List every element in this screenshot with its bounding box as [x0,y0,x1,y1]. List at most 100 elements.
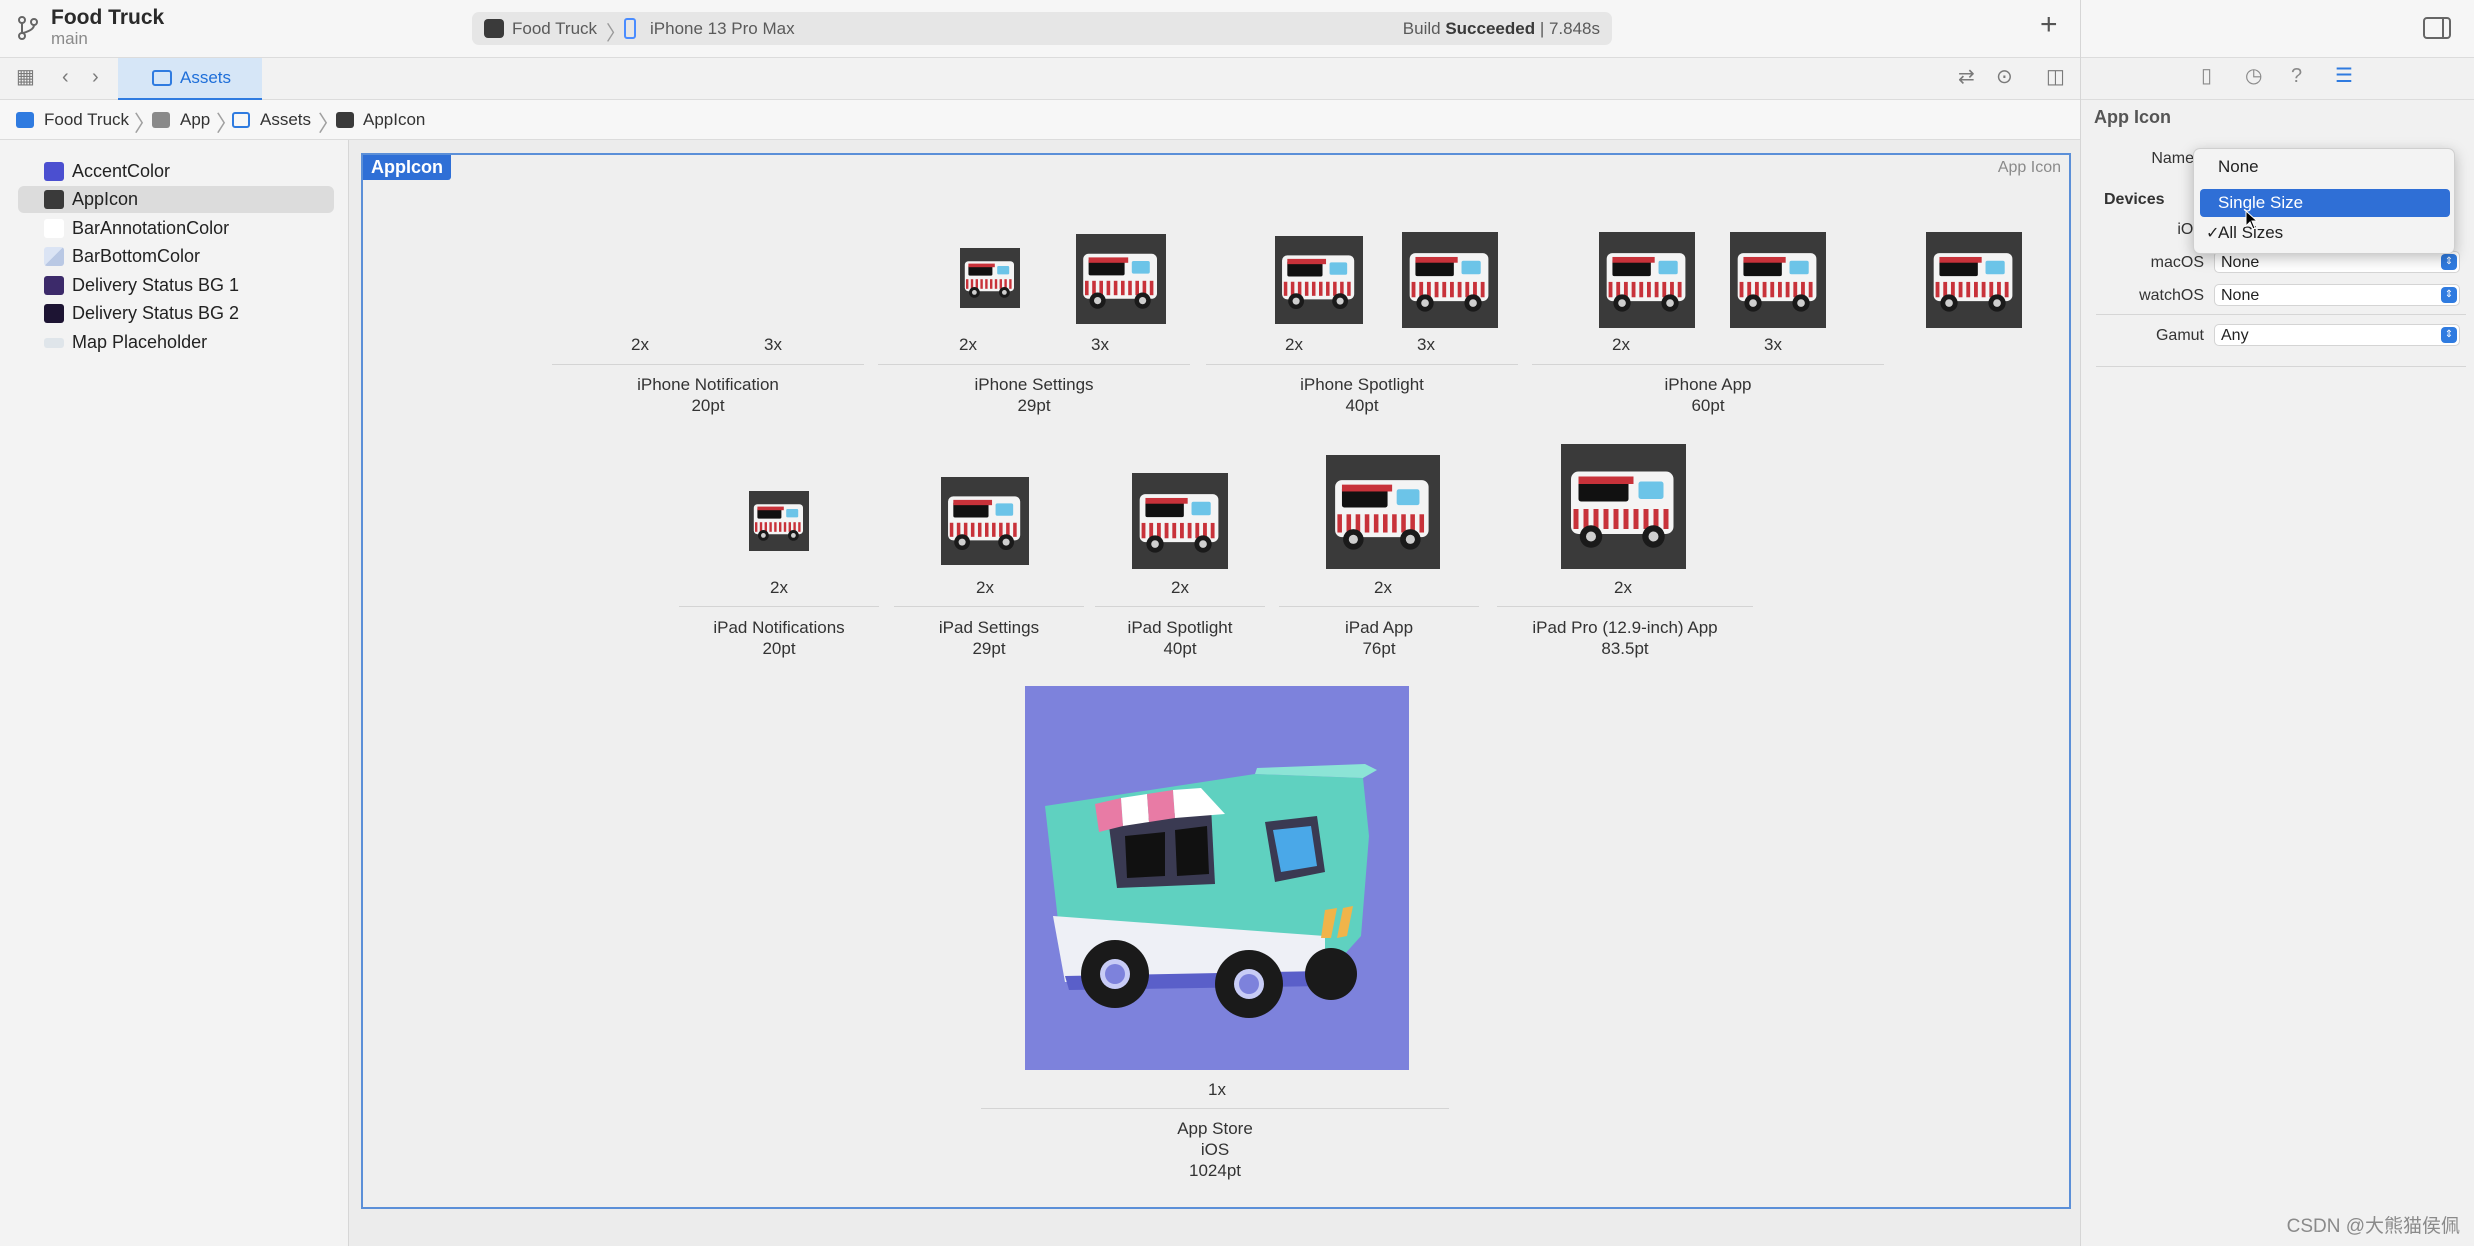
branch-name[interactable]: main [51,29,88,49]
file-inspector-icon[interactable]: ▯ [2201,66,2212,86]
breadcrumb-assets[interactable]: Assets [260,110,311,130]
asset-label: BarBottomColor [72,246,201,266]
icon-slot[interactable] [1730,232,1826,328]
inspector-tabs: ▯ ◷ ? ☰ [2081,58,2474,100]
more-icon[interactable]: ⊙ [1996,67,2013,87]
swap-icon[interactable]: ⇄ [1958,67,1975,87]
forward-icon[interactable]: › [92,67,99,87]
asset-label: Delivery Status BG 1 [72,275,240,295]
macos-label: macOS [2150,254,2204,271]
icon-slot[interactable] [960,248,1020,308]
back-icon[interactable]: ‹ [62,67,69,87]
asset-item[interactable]: BarBottomColor [18,243,334,270]
divider [2096,366,2466,367]
split-editor-icon[interactable]: ◫ [2046,67,2065,87]
stepper-icon: ⇕ [2441,287,2457,303]
editor-tab-bar: ▦ ‹ › Assets ⇄ ⊙ ◫ [0,58,2080,100]
icon-slot[interactable] [1132,473,1228,569]
scale-label: 2x [1374,578,1392,597]
asset-item[interactable]: BarAnnotationColor [18,215,334,242]
project-icon [16,112,34,128]
watchos-label: watchOS [2139,287,2204,304]
asset-label: Delivery Status BG 2 [72,303,240,323]
breadcrumb-app[interactable]: App [180,110,210,130]
icon-group-label: iPhone Notification 20pt [637,375,779,415]
asset-item[interactable]: Delivery Status BG 2 [18,300,334,327]
stepper-icon: ⇕ [2441,327,2457,343]
icon-group-label: iPhone Spotlight 40pt [1300,375,1424,415]
icon-slot[interactable] [1076,234,1166,324]
iphone-icon [624,18,636,39]
asset-label: Map Placeholder [72,332,208,352]
icon-group-label: iPhone App 60pt [1664,375,1752,415]
color-swatch-icon [44,247,64,266]
color-swatch-icon [44,304,64,323]
macos-popup[interactable]: None ⇕ [2214,251,2460,273]
watchos-popup[interactable]: None ⇕ [2214,284,2460,306]
asset-item[interactable]: Delivery Status BG 1 [18,272,334,299]
name-label: Name [2151,150,2194,167]
icon-slot[interactable] [1599,232,1695,328]
menu-item-all-sizes[interactable]: ✓ All Sizes [2200,219,2450,247]
destination-selector[interactable]: iPhone 13 Pro Max [650,19,795,39]
inspector-toggle-icon[interactable] [2423,17,2451,39]
icon-group-label: iPad Spotlight 40pt [1127,618,1233,658]
icon-group-label: iPad Settings 29pt [938,618,1040,658]
group-divider [878,364,1190,365]
asset-label: AppIcon [72,189,139,209]
group-divider [1095,606,1265,607]
scale-label: 1x [1208,1080,1226,1099]
icon-slot[interactable] [941,477,1029,565]
tab-assets[interactable]: Assets [118,58,262,100]
breadcrumb-appicon[interactable]: AppIcon [363,110,425,130]
gamut-popup[interactable]: Any ⇕ [2214,324,2460,346]
group-divider [1206,364,1518,365]
activity-view[interactable]: Food Truck 〉 iPhone 13 Pro Max Build Suc… [472,12,1612,45]
icon-group-label: App Store iOS 1024pt [1177,1119,1253,1180]
scale-label: 3x [764,335,782,354]
icon-slot[interactable] [1561,444,1686,569]
asset-catalog-icon [232,112,250,128]
scale-label: 2x [976,578,994,597]
appstore-icon-slot[interactable] [1025,686,1409,1070]
scale-label: 2x [1614,578,1632,597]
menu-item-none[interactable]: None [2200,153,2450,181]
breadcrumb-project[interactable]: Food Truck [44,110,129,130]
project-title[interactable]: Food Truck [51,6,164,30]
attributes-inspector-icon[interactable]: ☰ [2335,66,2353,86]
icon-slot[interactable] [1275,236,1363,324]
asset-item-selected[interactable]: AppIcon [18,186,334,213]
chevron-right-icon: 〉 [606,23,626,45]
icon-slot[interactable] [1926,232,2022,328]
menu-item-single-size[interactable]: Single Size [2200,189,2450,217]
asset-item[interactable]: Map Placeholder [18,329,334,356]
inspector-title: App Icon [2094,107,2171,127]
food-truck-illustration-icon [1025,686,1409,1070]
scheme-selector[interactable]: Food Truck [512,19,597,39]
scale-label: 2x [1285,335,1303,354]
group-divider [894,606,1084,607]
color-swatch-icon [44,162,64,181]
icon-slot[interactable] [749,491,809,551]
scale-label: 2x [631,335,649,354]
icon-slot[interactable] [1326,455,1440,569]
group-divider [1532,364,1884,365]
stepper-icon: ⇕ [2441,254,2457,270]
window-toolbar: Food Truck main Food Truck 〉 iPhone 13 P… [0,0,2080,58]
help-inspector-icon[interactable]: ? [2291,66,2302,86]
scale-label: 2x [770,578,788,597]
icon-slot[interactable] [1402,232,1498,328]
add-library-button[interactable]: + [2040,10,2058,40]
jump-bar: Food Truck 〉 App 〉 Assets 〉 AppIcon [0,100,2080,140]
asset-catalog-icon [152,70,172,86]
branch-icon [18,16,38,40]
history-inspector-icon[interactable]: ◷ [2245,66,2262,86]
icon-group-label: iPad Pro (12.9-inch) App 83.5pt [1532,618,1718,658]
color-swatch-icon [44,276,64,295]
watermark: CSDN @大熊猫侯佩 [2286,1216,2460,1237]
group-divider [981,1108,1449,1109]
set-name-tag: AppIcon [363,155,451,180]
grid-icon[interactable]: ▦ [16,67,35,87]
asset-item[interactable]: AccentColor [18,158,334,185]
asset-navigator: AccentColor AppIcon BarAnnotationColor B… [0,140,349,1246]
